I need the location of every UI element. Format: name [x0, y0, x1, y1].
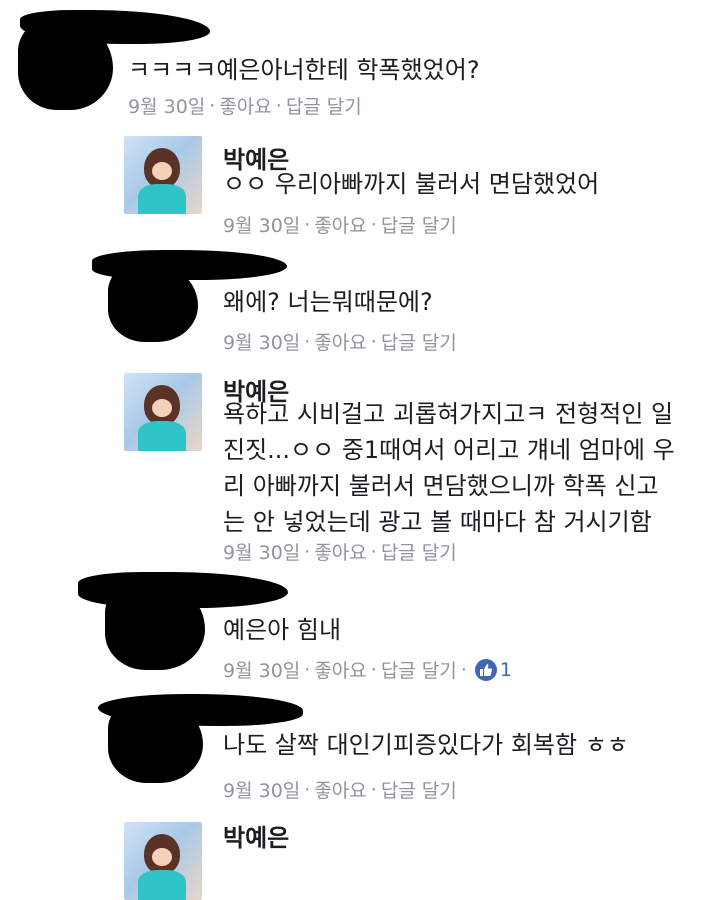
redacted-name	[92, 250, 287, 280]
thumbs-up-icon[interactable]	[474, 658, 497, 681]
comment-date[interactable]: 9월 30일	[223, 328, 300, 355]
separator: ·	[209, 94, 216, 117]
comment-text-line-4: 는 안 넣었는데 광고 볼 때마다 참 거시기함	[223, 508, 652, 536]
comment-text-line-3: 리 아빠까지 불러서 면담했으니까 학폭 신고	[223, 472, 659, 500]
reply-link[interactable]: 답글 달기	[381, 776, 457, 803]
avatar[interactable]	[124, 822, 202, 900]
separator: ·	[304, 540, 311, 563]
thumbs-up-glyph	[479, 663, 492, 676]
comment-text-line-1: 욕하고 시비걸고 괴롭혀가지고ㅋ 전형적인 일	[223, 400, 674, 428]
reply-link[interactable]: 답글 달기	[381, 538, 457, 565]
like-link[interactable]: 좋아요	[314, 776, 366, 803]
separator: ·	[370, 658, 377, 681]
like-link[interactable]: 좋아요	[314, 656, 366, 683]
comment-date[interactable]: 9월 30일	[223, 776, 300, 803]
reply-link[interactable]: 답글 달기	[381, 656, 457, 683]
reply-link[interactable]: 답글 달기	[381, 211, 457, 238]
reply-link[interactable]: 답글 달기	[381, 328, 457, 355]
comment-meta: 9월 30일 · 좋아요 · 답글 달기	[128, 92, 362, 119]
like-count[interactable]: 1	[500, 659, 512, 681]
like-link[interactable]: 좋아요	[314, 328, 366, 355]
separator: ·	[370, 540, 377, 563]
like-link[interactable]: 좋아요	[314, 211, 366, 238]
separator: ·	[370, 330, 377, 353]
separator: ·	[370, 213, 377, 236]
comment-date[interactable]: 9월 30일	[223, 656, 300, 683]
separator: ·	[304, 658, 311, 681]
comment-text: 예은아 힘내	[223, 616, 342, 644]
separator: ·	[304, 778, 311, 801]
comment-meta: 9월 30일 · 좋아요 · 답글 달기	[223, 211, 457, 238]
comment-text: ㅋㅋㅋㅋ예은아너한테 학폭했었어?	[128, 56, 480, 84]
comment-text: 왜에? 너는뭐때문에?	[223, 288, 433, 316]
comment-date[interactable]: 9월 30일	[223, 538, 300, 565]
separator: ·	[304, 330, 311, 353]
like-link[interactable]: 좋아요	[219, 92, 271, 119]
redacted-name	[78, 572, 288, 608]
comment-date[interactable]: 9월 30일	[223, 211, 300, 238]
separator: ·	[304, 213, 311, 236]
comment-meta: 9월 30일 · 좋아요 · 답글 달기 · 1	[223, 656, 512, 683]
comment-text-line-2: 진짓...ㅇㅇ 중1때여서 어리고 걔네 엄마에 우	[223, 436, 675, 464]
separator: ·	[275, 94, 282, 117]
comment-date[interactable]: 9월 30일	[128, 92, 205, 119]
avatar[interactable]	[124, 373, 202, 451]
separator: ·	[460, 658, 467, 681]
comment-text: ㅇㅇ 우리아빠까지 불러서 면담했었어	[223, 170, 600, 198]
comment-text: 나도 살짝 대인기피증있다가 회복함 ㅎㅎ	[223, 731, 629, 759]
comment-meta: 9월 30일 · 좋아요 · 답글 달기	[223, 328, 457, 355]
separator: ·	[370, 778, 377, 801]
comment-meta: 9월 30일 · 좋아요 · 답글 달기	[223, 776, 457, 803]
like-link[interactable]: 좋아요	[314, 538, 366, 565]
comment-meta: 9월 30일 · 좋아요 · 답글 달기	[223, 538, 457, 565]
avatar[interactable]	[124, 136, 202, 214]
reply-link[interactable]: 답글 달기	[286, 92, 362, 119]
